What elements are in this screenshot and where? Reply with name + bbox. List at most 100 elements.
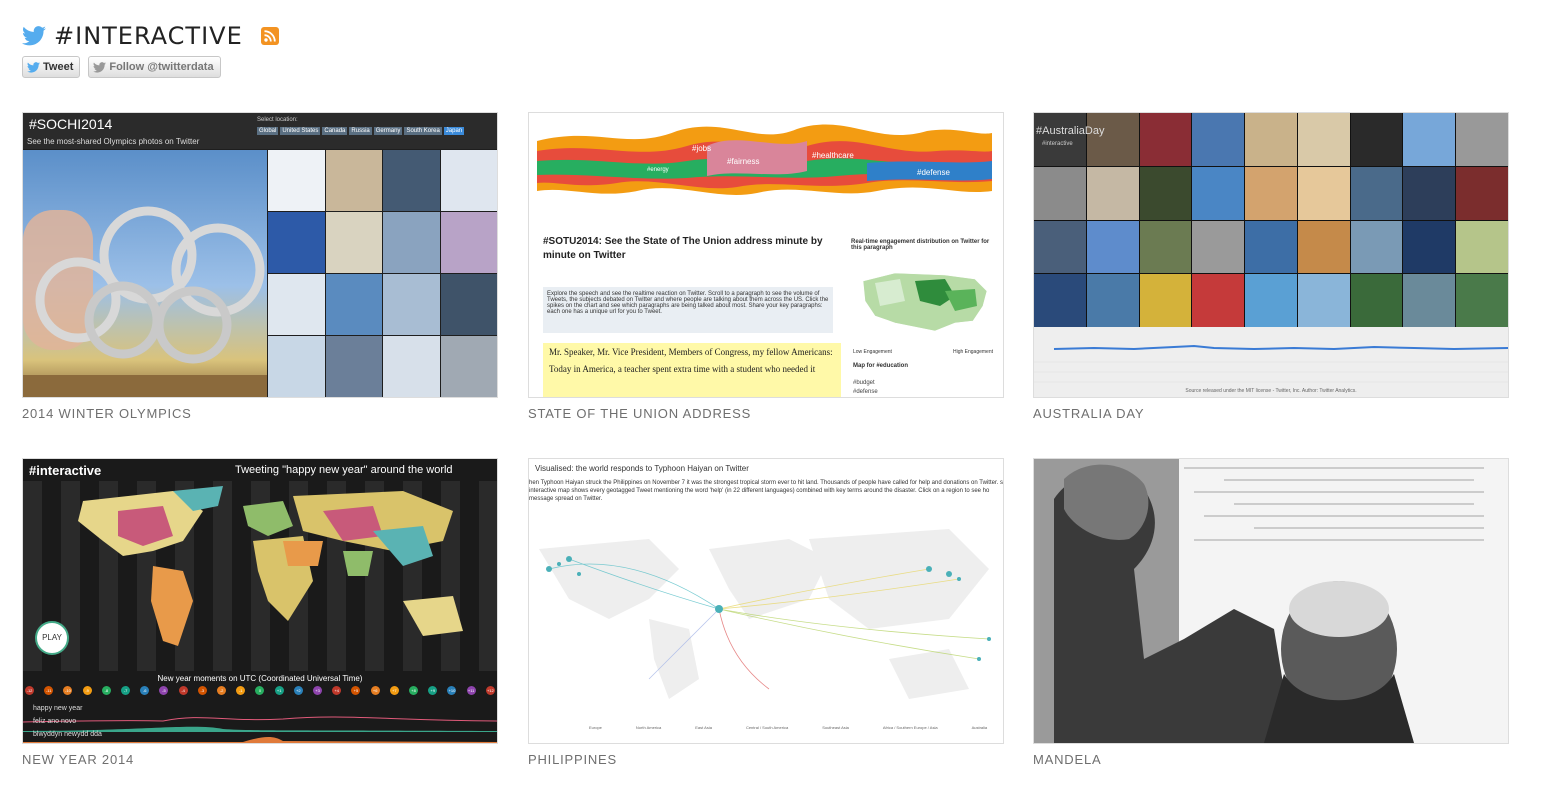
stream-label-defense: #defense — [917, 168, 950, 177]
location-filter: Global United States Canada Russia Germa… — [257, 127, 466, 135]
timezone-dot[interactable]: -5 — [159, 686, 169, 695]
rss-icon[interactable] — [260, 27, 279, 45]
us-engagement-map — [862, 272, 988, 332]
follow-button-label: Follow @twitterdata — [109, 61, 214, 73]
timezone-dot[interactable]: +12 — [485, 686, 495, 695]
card-caption[interactable]: NEW YEAR 2014 — [22, 752, 498, 767]
location-japan[interactable]: Japan — [443, 127, 465, 135]
page-header: #INTERACTIVE Tweet Follow @twitterdata — [22, 20, 279, 78]
location-global[interactable]: Global — [257, 127, 279, 135]
timezone-dot[interactable]: +6 — [370, 686, 380, 695]
mandela-portrait — [1034, 459, 1484, 743]
speech-paragraph-1: Mr. Speaker, Mr. Vice President, Members… — [549, 347, 833, 357]
card-new-year-2014[interactable]: #interactive Tweeting "happy new year" a… — [22, 458, 498, 767]
location-russia[interactable]: Russia — [349, 127, 372, 135]
timezone-dot[interactable]: -12 — [25, 686, 34, 695]
card-caption[interactable]: MANDELA — [1033, 752, 1509, 767]
typhoon-title: Visualised: the world responds to Typhoo… — [535, 464, 749, 473]
timezone-dot[interactable]: -2 — [217, 686, 227, 695]
stream-label-fairness: #fairness — [727, 157, 759, 166]
card-caption[interactable]: AUSTRALIA DAY — [1033, 406, 1509, 421]
legend-southeast-asia: Southeast Asia — [822, 725, 849, 730]
select-location-label: Select location: — [257, 117, 298, 123]
follow-button[interactable]: Follow @twitterdata — [88, 56, 221, 78]
timezone-dot[interactable]: +5 — [351, 686, 361, 695]
timezone-dot[interactable]: -9 — [82, 686, 92, 695]
olympic-rings-photo — [23, 150, 267, 397]
timezone-dot[interactable]: +10 — [447, 686, 457, 695]
engagement-legend: Low Engagement High Engagement — [853, 349, 993, 355]
tweet-button[interactable]: Tweet — [22, 56, 81, 78]
card-australia-day[interactable]: #AustraliaDay #interactive Source releas… — [1033, 112, 1509, 421]
page-title: #INTERACTIVE — [54, 22, 243, 50]
typhoon-flow-map — [539, 529, 991, 699]
stream-label-jobs: #jobs — [692, 144, 711, 153]
legend-africa: Africa / Southern Europe / Asia — [882, 725, 938, 730]
play-button[interactable]: PLAY — [35, 621, 69, 655]
thumbnail-mandela[interactable] — [1033, 458, 1509, 744]
location-germany[interactable]: Germany — [373, 127, 403, 135]
thumbnail-new-year[interactable]: #interactive Tweeting "happy new year" a… — [22, 458, 498, 744]
timezone-dot[interactable]: -8 — [101, 686, 111, 695]
card-caption[interactable]: PHILIPPINES — [528, 752, 1004, 767]
new-year-title: Tweeting "happy new year" around the wor… — [235, 464, 453, 476]
timezone-dot[interactable]: -3 — [197, 686, 207, 695]
topic-tags: #budget #defense — [853, 379, 878, 397]
phrase-wave-3 — [23, 736, 497, 743]
timezone-dot[interactable]: +7 — [389, 686, 399, 695]
region-legend: Europe North America East Asia Central /… — [589, 725, 987, 730]
location-canada[interactable]: Canada — [322, 127, 348, 135]
sotu-headline: #SOTU2014: See the State of The Union ad… — [543, 236, 823, 261]
australia-hashtag: #AustraliaDay — [1036, 125, 1105, 137]
twitter-bird-icon — [22, 26, 46, 46]
thumbnail-winter-olympics[interactable]: #SOCHI2014 See the most-shared Olympics … — [22, 112, 498, 398]
location-united-states[interactable]: United States — [280, 127, 321, 135]
twitter-bird-icon — [27, 61, 40, 73]
speech-paragraph[interactable]: Mr. Speaker, Mr. Vice President, Members… — [543, 343, 841, 397]
twitter-bird-icon — [93, 61, 107, 73]
timezone-dot[interactable]: +9 — [428, 686, 438, 695]
interactive-tag: #interactive — [1042, 141, 1073, 147]
timeline-chart — [1034, 327, 1508, 397]
card-winter-olympics[interactable]: #SOCHI2014 See the most-shared Olympics … — [22, 112, 498, 421]
timezone-dot[interactable]: +4 — [332, 686, 342, 695]
timezone-dot[interactable]: +1 — [274, 686, 284, 695]
tag-defense: #defense — [853, 389, 878, 395]
speech-paragraph-2: Today in America, a teacher spent extra … — [549, 364, 816, 374]
timezone-dot[interactable]: -6 — [140, 686, 150, 695]
legend-east-asia: East Asia — [695, 725, 712, 730]
thumbnail-australia-day[interactable]: #AustraliaDay #interactive Source releas… — [1033, 112, 1509, 398]
timezone-dot[interactable]: +11 — [466, 686, 476, 695]
card-philippines[interactable]: Visualised: the world responds to Typhoo… — [528, 458, 1004, 767]
timezone-dot[interactable]: -10 — [63, 686, 73, 695]
utc-caption: New year moments on UTC (Coordinated Uni… — [157, 674, 363, 683]
thumbnail-philippines[interactable]: Visualised: the world responds to Typhoo… — [528, 458, 1004, 744]
sochi-subtitle: See the most-shared Olympics photos on T… — [27, 137, 200, 146]
legend-europe: Europe — [589, 725, 602, 730]
stream-label-energy: #energy — [647, 167, 669, 173]
card-mandela[interactable]: MANDELA — [1033, 458, 1509, 767]
timezone-dot[interactable]: +8 — [409, 686, 419, 695]
timezone-dot[interactable]: -11 — [44, 686, 54, 695]
timezone-dot[interactable]: -1 — [236, 686, 246, 695]
card-caption[interactable]: 2014 WINTER OLYMPICS — [22, 406, 498, 421]
card-caption[interactable]: STATE OF THE UNION ADDRESS — [528, 406, 1004, 421]
timezone-dot[interactable]: 0 — [255, 686, 265, 695]
timezone-dot[interactable]: -7 — [121, 686, 131, 695]
typhoon-description: hen Typhoon Haiyan struck the Philippine… — [529, 480, 1003, 502]
world-timezone-map — [23, 481, 497, 671]
timezone-offsets: -12 -11 -10 -9 -8 -7 -6 -5 -4 -3 -2 -1 0 +1 +2 +3 +4 +5 +6… — [25, 686, 495, 695]
location-south-korea[interactable]: South Korea — [404, 127, 442, 135]
engagement-title: Real-time engagement distribution on Twi… — [851, 239, 990, 251]
timezone-dot[interactable]: +3 — [313, 686, 323, 695]
thumbnail-state-of-the-union[interactable]: #jobs #energy #fairness #healthcare #def… — [528, 112, 1004, 398]
card-state-of-the-union[interactable]: #jobs #energy #fairness #healthcare #def… — [528, 112, 1004, 421]
sochi-hashtag: #SOCHI2014 — [29, 116, 113, 132]
sotu-description: Explore the speech and see the realtime … — [543, 287, 833, 333]
timezone-dot[interactable]: -4 — [178, 686, 188, 695]
legend-north-america: North America — [635, 725, 662, 730]
photo-grid — [268, 150, 497, 397]
timezone-dot[interactable]: +2 — [293, 686, 303, 695]
topic-streamgraph: #jobs #energy #fairness #healthcare #def… — [537, 124, 992, 195]
legend-australia: Australia — [971, 725, 988, 730]
